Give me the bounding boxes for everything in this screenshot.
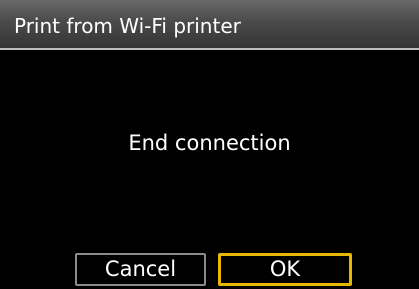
camera-dialog-screen: Print from Wi-Fi printer End connection … bbox=[0, 0, 419, 289]
cancel-button[interactable]: Cancel bbox=[75, 253, 206, 286]
title-bar: Print from Wi-Fi printer bbox=[0, 0, 419, 50]
dialog-message: End connection bbox=[128, 131, 291, 155]
dialog-title: Print from Wi-Fi printer bbox=[14, 14, 241, 38]
ok-button[interactable]: OK bbox=[218, 253, 352, 286]
